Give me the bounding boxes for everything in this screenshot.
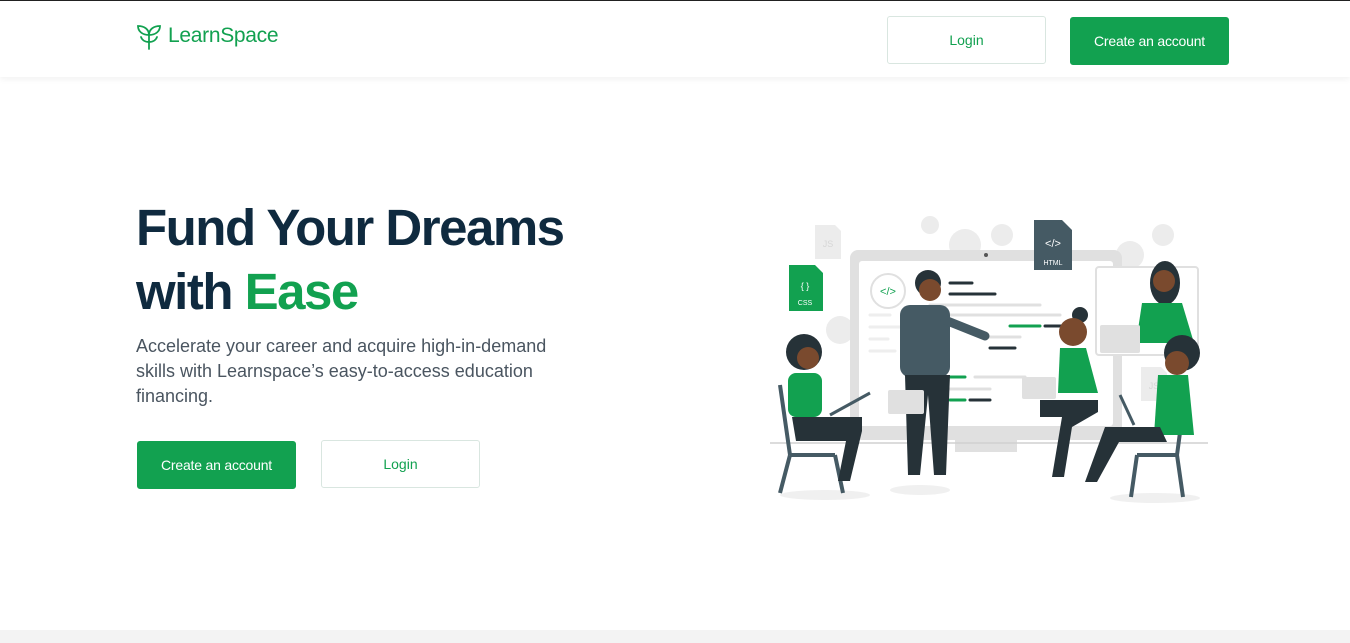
svg-text:{ }: { } — [801, 281, 810, 291]
header-create-account-button[interactable]: Create an account — [1070, 17, 1229, 65]
svg-text:HTML: HTML — [1043, 260, 1062, 267]
hero-title-line1: Fund Your Dreams — [136, 199, 565, 256]
header-login-button[interactable]: Login — [887, 16, 1046, 64]
svg-text:</>: </> — [880, 286, 896, 298]
site-header: LearnSpace Login Create an account — [0, 1, 1350, 77]
code-bubble: </> — [870, 273, 906, 309]
svg-text:</>: </> — [1045, 238, 1061, 250]
css-file-icon: { } CSS — [789, 265, 823, 311]
footer-strip — [0, 630, 1350, 643]
hero-create-account-button[interactable]: Create an account — [137, 441, 296, 489]
classroom-illustration: </> { } CSS JS JS </> HTML — [770, 216, 1208, 503]
html-file-icon: </> HTML — [1034, 220, 1072, 270]
hero-title-accent: Ease — [244, 263, 360, 320]
brand-logo[interactable]: LearnSpace — [136, 22, 279, 50]
hero-illustration: </> { } CSS JS JS </> HTML — [760, 205, 1220, 510]
hero-login-button[interactable]: Login — [321, 440, 480, 488]
hero-title-line2-prefix: with — [136, 263, 245, 320]
brand-name: LearnSpace — [168, 24, 279, 47]
hero-title: Fund Your Dreams with Ease — [136, 196, 565, 324]
svg-text:JS: JS — [823, 239, 834, 249]
hero-subtitle: Accelerate your career and acquire high-… — [136, 336, 547, 406]
sprout-logo-icon — [137, 25, 161, 50]
svg-text:CSS: CSS — [798, 300, 813, 307]
